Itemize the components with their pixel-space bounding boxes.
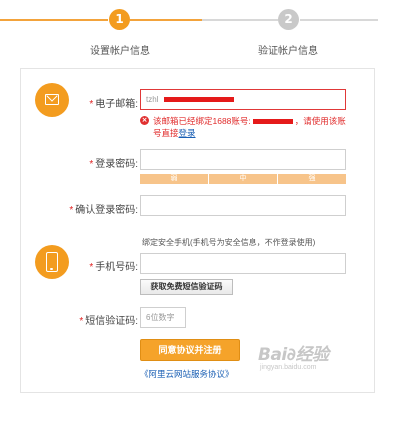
service-agreement-link[interactable]: 《阿里云网站服务协议》 [140, 368, 234, 380]
confirm-password-field[interactable] [140, 195, 346, 216]
strength-strong: 强 [278, 174, 346, 184]
get-sms-code-button[interactable]: 获取免费短信验证码 [140, 279, 233, 295]
step-line-left [0, 19, 108, 21]
strength-weak: 弱 [140, 174, 209, 184]
step-1-indicator: 1 [109, 9, 130, 30]
agree-and-register-button[interactable]: 同意协议并注册 [140, 339, 240, 361]
step-line-middle-done [130, 19, 202, 21]
baidu-jingyan-watermark: Bai∂经验 jingyan.baidu.com [258, 340, 348, 380]
phone-hint: 绑定安全手机(手机号为安全信息，不作登录使用) [142, 238, 316, 247]
watermark-logo: Bai∂经验 [258, 345, 329, 365]
step-2-indicator: 2 [278, 9, 299, 30]
password-field[interactable] [140, 149, 346, 170]
sms-code-field[interactable]: 6位数字 [140, 307, 186, 328]
redacted-account [252, 119, 293, 125]
email-label: * 电子邮箱: [89, 99, 138, 110]
sms-code-label: * 短信验证码: [79, 316, 138, 327]
step-1-label: 设置帐户信息 [90, 46, 150, 57]
phone-field[interactable] [140, 253, 346, 274]
confirm-password-label: * 确认登录密码: [69, 205, 138, 216]
redacted-email [164, 97, 235, 103]
error-icon: × [140, 116, 149, 125]
email-field[interactable]: tzhl [140, 89, 346, 110]
login-link[interactable]: 登录 [179, 128, 196, 138]
phone-icon [35, 245, 69, 279]
mail-icon [35, 83, 69, 117]
step-2-label: 验证帐户信息 [258, 46, 318, 57]
password-label: * 登录密码: [89, 159, 138, 170]
password-strength-meter: 弱 中 强 [140, 174, 346, 184]
email-error-message: × 该邮箱已经绑定1688账号: ，请使用该账号直接登录 [140, 116, 346, 138]
phone-label: * 手机号码: [89, 262, 138, 273]
watermark-url: jingyan.baidu.com [260, 364, 317, 371]
step-line-right [300, 19, 378, 21]
strength-medium: 中 [209, 174, 278, 184]
step-line-middle-pending [202, 19, 278, 21]
